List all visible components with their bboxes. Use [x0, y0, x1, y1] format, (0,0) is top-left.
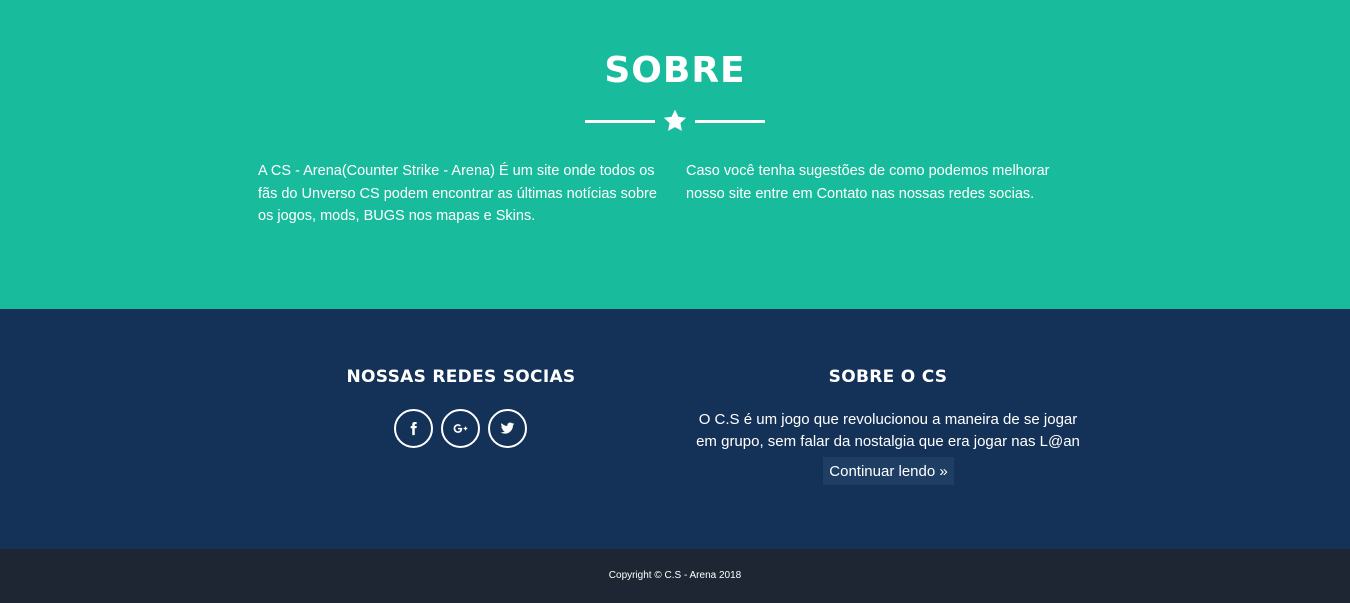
about-text-right: Caso você tenha sugestões de como podemo…: [686, 163, 1050, 202]
cs-heading: SOBRE O CS: [828, 367, 948, 387]
about-section: SOBRE A CS - Arena(Counter Strike - Aren…: [0, 0, 1350, 309]
star-divider: [585, 108, 765, 134]
twitter-icon: [500, 422, 515, 434]
copyright-text: Copyright © C.S - Arena 2018: [608, 570, 742, 581]
twitter-button[interactable]: [488, 409, 527, 448]
social-links: [394, 409, 527, 448]
google-plus-icon: [453, 424, 468, 433]
footer-section: NOSSAS REDES SOCIAS SOBRE O CS O C.S é u…: [0, 309, 1350, 549]
about-text-left: A CS - Arena(Counter Strike - Arena) É u…: [258, 163, 657, 224]
facebook-button[interactable]: [394, 409, 433, 448]
copyright-bar: Copyright © C.S - Arena 2018: [0, 549, 1350, 603]
divider-line-left: [585, 120, 655, 123]
google-plus-button[interactable]: [441, 409, 480, 448]
star-icon: [663, 109, 687, 131]
facebook-icon: [410, 421, 417, 436]
about-title: SOBRE: [604, 50, 746, 91]
social-heading: NOSSAS REDES SOCIAS: [346, 367, 576, 387]
divider-line-right: [695, 120, 765, 123]
continue-reading-button[interactable]: Continuar lendo »: [823, 457, 954, 485]
